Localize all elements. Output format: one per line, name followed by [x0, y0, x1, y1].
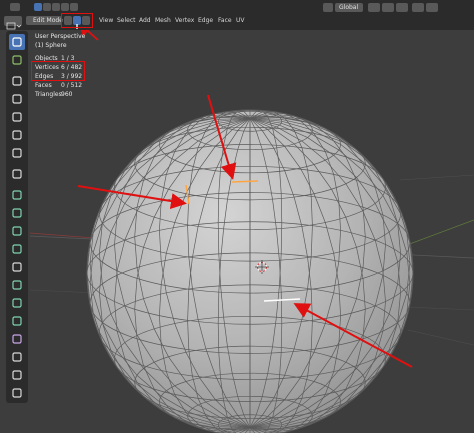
cursor-icon[interactable] [9, 52, 25, 68]
snap-target-icon[interactable] [396, 3, 408, 12]
menu-view[interactable]: View [99, 17, 113, 24]
mode-label: Edit Mode [33, 17, 63, 24]
uv-sphere [86, 109, 414, 433]
select-mode-invert-icon[interactable] [61, 3, 69, 11]
selected-edge [231, 180, 259, 183]
object-name: (1) Sphere [35, 42, 67, 49]
loop-cut-icon[interactable] [9, 241, 25, 257]
menu-face[interactable]: Face [218, 17, 232, 24]
smooth-icon[interactable] [9, 313, 25, 329]
edge-slide-icon[interactable] [9, 331, 25, 347]
transform-orientation-icon[interactable] [323, 3, 333, 12]
inset-icon[interactable] [9, 205, 25, 221]
stat-triangles-label: Triangles [35, 91, 62, 98]
annotation-box [31, 61, 85, 81]
select-mode-subtract-icon[interactable] [52, 3, 60, 11]
menu-add[interactable]: Add [139, 17, 151, 24]
view-name: User Perspective [35, 33, 86, 40]
menu-select[interactable]: Select [117, 17, 136, 24]
transform-orientation-dropdown[interactable]: Global [335, 3, 363, 12]
transform-icon[interactable] [9, 127, 25, 143]
grid-line [407, 329, 474, 346]
proportional-editing-icon[interactable] [412, 3, 424, 12]
tool-shelf [6, 31, 28, 403]
menu-vertex[interactable]: Vertex [175, 17, 194, 24]
spin-icon[interactable] [9, 295, 25, 311]
select-mode-extend-icon[interactable] [43, 3, 51, 11]
stat-faces-label: Faces [35, 82, 52, 89]
mode-dropdown[interactable]: Edit Mode [26, 16, 63, 25]
rotate-icon[interactable] [9, 91, 25, 107]
stat-triangles-value: 960 [61, 91, 73, 98]
stat-faces-value: 0 / 512 [61, 82, 83, 89]
rip-icon[interactable] [9, 385, 25, 401]
select-mode-new-icon[interactable] [34, 3, 42, 11]
poly-build-icon[interactable] [9, 277, 25, 293]
blender-window: { "header": { "mode_label": "Edit Mode",… [0, 0, 474, 433]
scale-icon[interactable] [9, 109, 25, 125]
grid-line [399, 174, 474, 181]
snap-icon[interactable] [382, 3, 394, 12]
editor-type-dropdown[interactable] [4, 16, 22, 30]
pivot-point-icon[interactable] [368, 3, 380, 12]
annotate-icon[interactable] [9, 145, 25, 161]
transform-orientation-label: Global [339, 4, 359, 11]
knife-icon[interactable] [9, 259, 25, 275]
shear-icon[interactable] [9, 367, 25, 383]
menu-mesh[interactable]: Mesh [155, 17, 171, 24]
menu-uv[interactable]: UV [236, 17, 245, 24]
extrude-icon[interactable] [9, 187, 25, 203]
falloff-icon[interactable] [426, 3, 438, 12]
measure-icon[interactable] [9, 166, 25, 182]
bevel-icon[interactable] [9, 223, 25, 239]
annotation-box [61, 13, 93, 28]
shrink-fatten-icon[interactable] [9, 349, 25, 365]
select-box-icon[interactable] [9, 34, 25, 50]
editor-type-icon[interactable] [10, 3, 20, 11]
select-mode-intersect-icon[interactable] [70, 3, 78, 11]
move-icon[interactable] [9, 73, 25, 89]
menu-edge[interactable]: Edge [198, 17, 213, 24]
